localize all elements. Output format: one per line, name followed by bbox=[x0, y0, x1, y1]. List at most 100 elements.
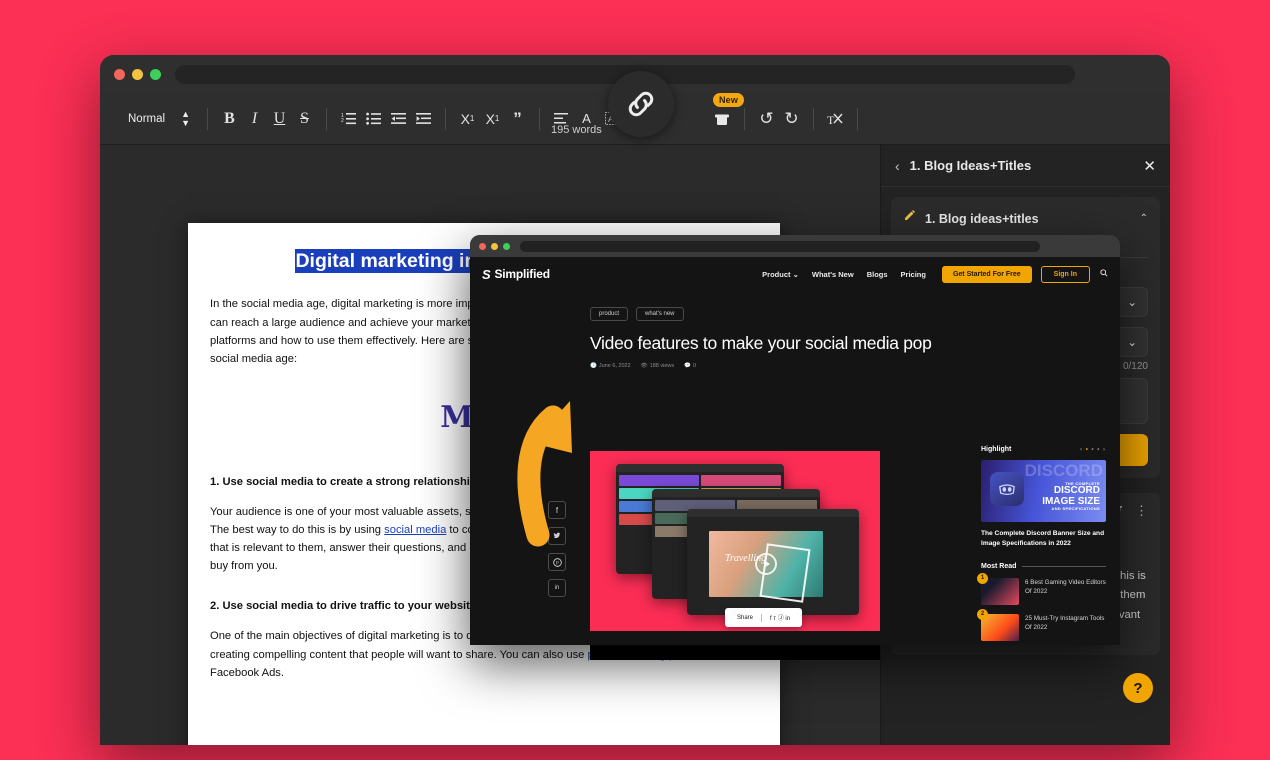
blog-titlebar bbox=[470, 235, 1120, 257]
maximize-window-button[interactable] bbox=[150, 68, 161, 80]
blog-address-bar[interactable] bbox=[520, 240, 1040, 252]
subscript-label: X bbox=[485, 110, 495, 127]
insert-link-button[interactable] bbox=[608, 71, 674, 137]
most-read-item[interactable]: 2 25 Must-Try Instagram Tools Of 2022 bbox=[977, 608, 1106, 641]
nav-item-whats-new[interactable]: What's New bbox=[812, 270, 854, 279]
brand-name: Simplified bbox=[494, 267, 550, 281]
highlight-overlay-text: THE COMPLETE DISCORD IMAGE SIZE AND SPEC… bbox=[1042, 481, 1100, 512]
blog-close-button[interactable] bbox=[479, 242, 486, 250]
chevron-down-icon: ⌄ bbox=[1127, 337, 1137, 349]
strikethrough-button[interactable]: S bbox=[292, 106, 317, 132]
link-icon bbox=[628, 91, 654, 117]
redo-icon[interactable]: ↻ bbox=[779, 106, 804, 132]
window-controls[interactable] bbox=[114, 68, 161, 80]
blog-sidebar: Highlight ‹ • • • › DISCORD THE COMPLETE… bbox=[977, 446, 1106, 645]
blog-hero-image: Travelling Share f ᴛ Ⓙ in bbox=[590, 451, 880, 631]
help-button[interactable]: ? bbox=[1123, 673, 1153, 703]
word-count-label: 195 words bbox=[551, 124, 602, 136]
sidebar-title: 1. Blog Ideas+Titles bbox=[909, 158, 1032, 173]
most-read-rule bbox=[1022, 565, 1106, 567]
toolbar-divider bbox=[856, 107, 858, 130]
meta-comments: 💬 0 bbox=[684, 363, 697, 369]
svg-text:T: T bbox=[827, 113, 835, 126]
subscript-button[interactable]: X1 bbox=[480, 106, 505, 132]
facebook-icon[interactable]: f bbox=[548, 501, 566, 519]
blog-maximize-button[interactable] bbox=[503, 242, 510, 250]
minimize-window-button[interactable] bbox=[132, 68, 143, 80]
highlight-heading: Highlight bbox=[981, 446, 1012, 453]
most-read-rank: 2 bbox=[977, 608, 988, 620]
hero-photo-frame bbox=[759, 542, 811, 603]
hero-thumb bbox=[619, 475, 699, 486]
toolbar-divider bbox=[812, 107, 814, 130]
close-icon[interactable]: ✕ bbox=[1143, 157, 1156, 175]
social-media-link[interactable]: social media bbox=[384, 524, 446, 536]
hero-travel-word: Travelling bbox=[724, 553, 767, 565]
most-read-header: Most Read bbox=[981, 563, 1106, 570]
hero-window-3: Travelling Share f ᴛ Ⓙ in bbox=[687, 509, 859, 627]
blog-browser-window: S Simplified Product ⌄ What's New Blogs … bbox=[470, 235, 1120, 645]
superscript-index: 1 bbox=[469, 114, 475, 123]
highlight-ghost-text: DISCORD bbox=[1024, 461, 1103, 480]
meta-date-value: June 6, 2022 bbox=[598, 363, 631, 369]
search-icon[interactable] bbox=[1100, 269, 1108, 279]
bold-button[interactable]: B bbox=[217, 106, 242, 132]
discord-icon bbox=[990, 472, 1024, 506]
back-icon[interactable]: ‹ bbox=[895, 158, 900, 174]
italic-button[interactable]: I bbox=[242, 106, 267, 132]
chevron-up-icon[interactable]: ⌃ bbox=[1140, 213, 1148, 224]
clear-format-icon[interactable]: T bbox=[823, 106, 848, 132]
new-badge: New bbox=[712, 92, 745, 107]
highlight-caption[interactable]: The Complete Discord Banner Size and Ima… bbox=[981, 529, 1106, 549]
template-icon[interactable] bbox=[710, 106, 735, 132]
nav-item-pricing[interactable]: Pricing bbox=[901, 270, 926, 279]
tag-product[interactable]: product bbox=[590, 307, 629, 321]
pen-icon bbox=[903, 209, 917, 228]
underline-button[interactable]: U bbox=[267, 106, 292, 132]
bullet-list-icon[interactable] bbox=[361, 106, 386, 132]
nav-item-blogs[interactable]: Blogs bbox=[867, 270, 888, 279]
hero-canvas-photo: Travelling bbox=[709, 531, 823, 603]
blog-minimize-button[interactable] bbox=[491, 242, 498, 250]
blog-window-controls[interactable] bbox=[479, 242, 510, 250]
toolbar-divider bbox=[325, 107, 327, 130]
superscript-button[interactable]: X1 bbox=[455, 106, 480, 132]
superscript-label: X bbox=[460, 110, 470, 127]
nav-item-product[interactable]: Product ⌄ bbox=[762, 270, 799, 279]
blog-post-title: Video features to make your social media… bbox=[590, 333, 932, 353]
meta-views: 👁 188 views bbox=[640, 363, 675, 369]
toolbar-divider bbox=[444, 107, 446, 130]
chevron-down-icon: ⌄ bbox=[792, 269, 799, 279]
simplified-logo-icon: S bbox=[482, 266, 491, 282]
highlight-image[interactable]: DISCORD THE COMPLETE DISCORD IMAGE SIZE … bbox=[981, 460, 1106, 522]
close-window-button[interactable] bbox=[114, 68, 125, 80]
toolbar-divider bbox=[538, 107, 540, 130]
paragraph-style-select[interactable]: Normal ▲ ▼ bbox=[110, 106, 198, 132]
blog-post-meta: 🕒 June 6, 2022 👁 188 views 💬 0 bbox=[590, 363, 1120, 369]
blog-navbar: S Simplified Product ⌄ What's New Blogs … bbox=[470, 257, 1120, 291]
social-share-rail: f P in bbox=[548, 501, 566, 597]
carousel-controls[interactable]: ‹ • • • › bbox=[1080, 447, 1106, 453]
paragraph-style-value: Normal bbox=[128, 112, 166, 125]
undo-icon[interactable]: ↺ bbox=[754, 106, 779, 132]
indent-icon[interactable] bbox=[411, 106, 436, 132]
ordered-list-icon[interactable]: 12 bbox=[336, 106, 361, 132]
blockquote-button[interactable]: ” bbox=[505, 106, 530, 132]
highlight-small-text: AND SPECIFICATIONS bbox=[1051, 506, 1100, 512]
more-options-icon[interactable]: ⋮ bbox=[1135, 503, 1148, 520]
hero-share-icons: f ᴛ Ⓙ in bbox=[770, 616, 791, 622]
linkedin-icon[interactable]: in bbox=[548, 579, 566, 597]
blog-tags: product what's new bbox=[590, 307, 1120, 321]
get-started-button[interactable]: Get Started For Free bbox=[941, 265, 1032, 283]
hero-share-divider bbox=[761, 613, 763, 622]
pinterest-icon[interactable]: P bbox=[548, 553, 566, 571]
highlight-header: Highlight ‹ • • • › bbox=[981, 446, 1106, 453]
tag-whats-new[interactable]: what's new bbox=[636, 307, 684, 321]
outdent-icon[interactable] bbox=[386, 106, 411, 132]
most-read-item[interactable]: 1 6 Best Gaming Video Editors Of 2022 bbox=[977, 572, 1106, 605]
brand-logo[interactable]: S Simplified bbox=[482, 267, 550, 282]
blog-content: product what's new Video features to mak… bbox=[470, 291, 1120, 645]
sign-in-button[interactable]: Sign In bbox=[1040, 265, 1090, 283]
twitter-icon[interactable] bbox=[548, 527, 566, 545]
subscript-index: 1 bbox=[494, 114, 500, 123]
